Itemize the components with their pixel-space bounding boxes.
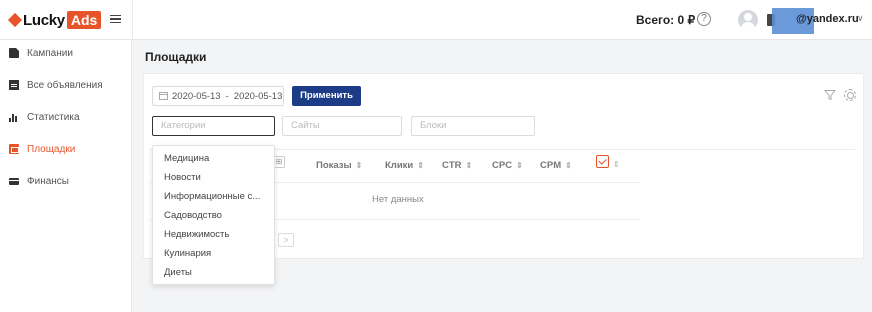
dropdown-option[interactable]: Информационные с...	[164, 191, 260, 202]
balance-text: Всего: 0 ₽	[636, 13, 696, 27]
pager-next-button[interactable]: >	[278, 233, 294, 247]
sort-icon: ⇕	[613, 160, 620, 169]
category-dropdown: Медицина Новости Информационные с... Сад…	[152, 145, 275, 285]
top-header: Lucky Ads Всего: 0 ₽ ? @yandex.ru ∨	[0, 0, 872, 40]
sort-icon: ⇕	[465, 161, 473, 170]
stats-icon	[9, 112, 19, 122]
logo-diamond-icon	[7, 12, 23, 28]
column-header-label: Клики	[385, 160, 414, 171]
sidebar-item-label: Площадки	[27, 143, 76, 155]
dropdown-option[interactable]: Кулинария	[164, 248, 211, 259]
column-header-cpc[interactable]: CPC ⇕	[492, 160, 523, 171]
wallet-icon	[9, 177, 19, 185]
sidebar-item-all-ads[interactable]: Все объявления	[9, 77, 103, 93]
sidebar-item-label: Финансы	[27, 175, 69, 187]
date-from: 2020-05-13	[172, 90, 221, 102]
sort-icon: ⇕	[565, 161, 572, 170]
date-to: 2020-05-13	[233, 90, 283, 102]
column-settings-icon[interactable]	[596, 155, 609, 168]
user-email[interactable]: @yandex.ru	[796, 13, 859, 25]
sites-select[interactable]: Сайты	[282, 116, 402, 136]
column-header-label: Показы	[316, 160, 352, 171]
dropdown-option[interactable]: Новости	[164, 172, 201, 183]
column-header-impressions[interactable]: Показы ⇕	[316, 160, 362, 171]
sidebar-item-label: Все объявления	[27, 79, 103, 91]
sidebar-item-label: Кампании	[27, 47, 73, 59]
column-header-clicks[interactable]: Клики ⇕	[385, 160, 424, 171]
column-header-ctr[interactable]: CTR ⇕	[442, 160, 472, 171]
apply-button[interactable]: Применить	[292, 86, 361, 106]
filter-icon[interactable]	[824, 89, 836, 101]
sidebar: Кампании Все объявления Статистика Площа…	[0, 40, 132, 312]
gear-icon[interactable]	[844, 89, 856, 101]
logo-text: Lucky	[23, 11, 65, 29]
calendar-icon	[159, 92, 168, 100]
dropdown-option[interactable]: Садоводство	[164, 210, 222, 221]
chevron-down-icon[interactable]: ∨	[857, 13, 864, 24]
category-select[interactable]: Категории	[152, 116, 275, 136]
sidebar-item-label: Статистика	[27, 111, 80, 123]
dropdown-option[interactable]: Диеты	[164, 267, 192, 278]
ads-icon	[9, 80, 19, 90]
sort-icon: ⇕	[417, 161, 424, 170]
dropdown-option[interactable]: Медицина	[164, 153, 209, 164]
avatar[interactable]	[738, 10, 758, 30]
dropdown-option[interactable]: Недвижимость	[164, 229, 229, 240]
column-header-cpm[interactable]: CPM ⇕	[540, 160, 572, 171]
blocks-select[interactable]: Блоки	[411, 116, 535, 136]
date-separator: -	[225, 90, 229, 102]
menu-toggle-icon[interactable]	[110, 12, 122, 26]
column-header-label: CPC	[492, 160, 513, 171]
page-title: Площадки	[145, 50, 207, 64]
sort-icon: ⇕	[516, 161, 523, 170]
logo-badge: Ads	[66, 11, 102, 29]
header-divider	[132, 0, 133, 40]
logo[interactable]: Lucky Ads	[7, 10, 102, 30]
column-header-label: CTR	[442, 160, 462, 171]
placements-icon	[9, 144, 19, 154]
sort-icon: ⇕	[355, 161, 363, 170]
sidebar-item-finance[interactable]: Финансы	[9, 173, 69, 189]
empty-table-text: Нет данных	[372, 194, 424, 205]
sidebar-item-statistics[interactable]: Статистика	[9, 109, 80, 125]
help-icon[interactable]: ?	[697, 12, 711, 26]
document-icon	[9, 48, 19, 58]
sidebar-item-placements[interactable]: Площадки	[9, 141, 75, 157]
column-header-label: CPM	[540, 160, 562, 171]
sidebar-item-campaigns[interactable]: Кампании	[9, 45, 73, 61]
date-range-picker[interactable]: 2020-05-13 - 2020-05-13	[152, 86, 284, 106]
